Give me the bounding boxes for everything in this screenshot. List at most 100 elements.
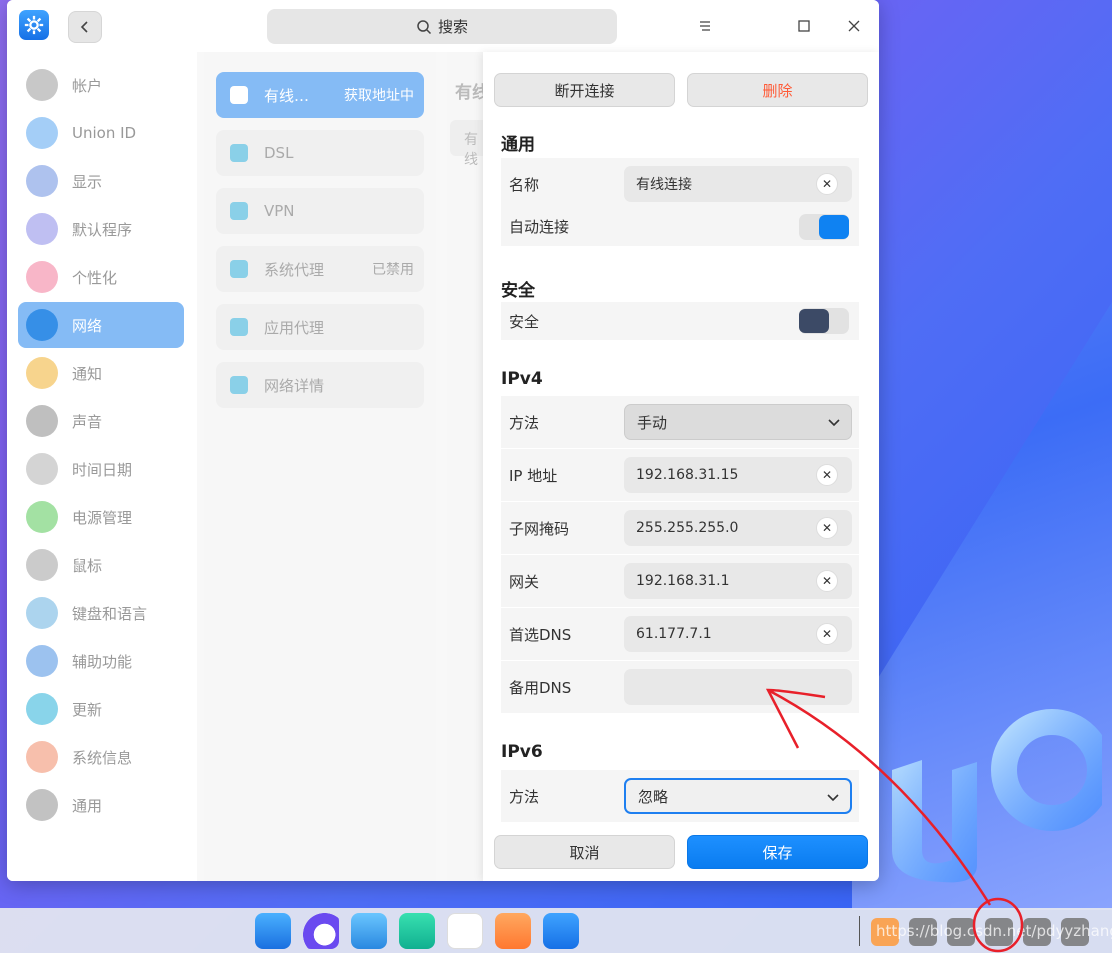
sidebar-item[interactable]: 通用 (18, 782, 184, 828)
sidebar-item-label: 显示 (72, 172, 103, 191)
maximize-icon (798, 20, 810, 32)
network-icon (26, 309, 58, 341)
ip-label: IP 地址 (509, 466, 558, 485)
control-center-window: 搜索 帐户 Union ID 显示默认程序个性化网络通知声音时间日期电源管理 鼠标 键盘… (7, 0, 879, 881)
image-viewer-icon[interactable] (351, 913, 387, 949)
vpn-icon (230, 202, 248, 220)
menu-button[interactable] (693, 14, 717, 38)
network-item-label: DSL (264, 144, 294, 162)
connection-detail-panel: 断开连接 删除 通用 名称 有线连接 ✕ 自动连接 安全 安全 IPv4 方法 (483, 52, 879, 881)
sidebar-item[interactable]: 电源管理 (18, 494, 184, 540)
network-item-label: 有线… (264, 86, 310, 105)
network-list-item[interactable]: 系统代理 已禁用 (216, 246, 424, 292)
dsl-icon (230, 144, 248, 162)
mask-row: 子网掩码 255.255.255.0 ✕ (501, 502, 859, 554)
app-proxy-icon (230, 318, 248, 336)
name-value: 有线连接 (636, 177, 692, 193)
maximize-button[interactable] (792, 14, 816, 38)
close-button[interactable] (842, 14, 866, 38)
network-item-label: 系统代理 (264, 260, 325, 279)
cloud-icon (26, 117, 58, 149)
sidebar-item-label: 声音 (72, 412, 103, 431)
sidebar-item[interactable]: 默认程序 (18, 206, 184, 252)
security-toggle[interactable] (799, 308, 849, 334)
sidebar-item-label: 个性化 (72, 268, 118, 287)
clear-name-button[interactable]: ✕ (816, 173, 838, 195)
calendar-icon[interactable] (447, 913, 483, 949)
browser-icon[interactable] (303, 913, 339, 949)
gateway-value: 192.168.31.1 (636, 573, 730, 589)
battery-icon (26, 501, 58, 533)
app-store-icon[interactable] (495, 913, 531, 949)
sidebar-item-label: 默认程序 (72, 220, 133, 239)
accessibility-icon (26, 645, 58, 677)
search-icon (417, 19, 432, 34)
settings-dock-icon[interactable] (543, 913, 579, 949)
sidebar-item-label: 时间日期 (72, 460, 133, 479)
dns1-field[interactable]: 61.177.7.1 ✕ (624, 616, 852, 652)
clear-ip-button[interactable]: ✕ (816, 464, 838, 486)
titlebar: 搜索 (7, 0, 879, 52)
name-label: 名称 (509, 175, 540, 194)
clear-gateway-button[interactable]: ✕ (816, 570, 838, 592)
uos-logo (892, 709, 1102, 883)
network-list-item[interactable]: 网络详情 (216, 362, 424, 408)
gateway-label: 网关 (509, 572, 540, 591)
sidebar-item[interactable]: 更新 (18, 686, 184, 732)
name-field[interactable]: 有线连接 ✕ (624, 166, 852, 202)
network-item-status: 已禁用 (372, 262, 414, 278)
network-item-status: 获取地址中 (344, 88, 414, 104)
music-icon[interactable] (399, 913, 435, 949)
ipv4-method-row: 方法 手动 (501, 396, 859, 448)
ipv4-method-select[interactable]: 手动 (624, 404, 852, 440)
update-icon (26, 693, 58, 725)
sidebar-item[interactable]: 辅助功能 (18, 638, 184, 684)
ipv6-method-value: 忽略 (638, 787, 669, 806)
cancel-button[interactable]: 取消 (494, 835, 675, 869)
sidebar-item-label: 帐户 (72, 76, 103, 95)
sidebar-item[interactable]: 网络 (18, 302, 184, 348)
dns1-row: 首选DNS 61.177.7.1 ✕ (501, 608, 859, 660)
wired-icon (230, 86, 248, 104)
network-list-item[interactable]: 有线… 获取地址中 (216, 72, 424, 118)
account-icon (26, 69, 58, 101)
sidebar-item[interactable]: 声音 (18, 398, 184, 444)
info-icon (230, 376, 248, 394)
watermark: https://blog.csdn.net/pdyyzhang (876, 922, 1112, 940)
method-label: 方法 (509, 413, 540, 432)
network-list-item[interactable]: 应用代理 (216, 304, 424, 350)
sidebar-item[interactable]: 显示 (18, 158, 184, 204)
ipv6-method-select[interactable]: 忽略 (624, 778, 852, 814)
default-apps-icon (26, 213, 58, 245)
auto-connect-toggle[interactable] (799, 214, 849, 240)
proxy-icon (230, 260, 248, 278)
disconnect-button[interactable]: 断开连接 (494, 73, 675, 107)
sidebar-item[interactable]: 帐户 (18, 62, 184, 108)
file-manager-icon[interactable] (255, 913, 291, 949)
general-icon (26, 789, 58, 821)
save-button[interactable]: 保存 (687, 835, 868, 869)
sidebar-item[interactable]: 鼠标 (18, 542, 184, 588)
network-list-item[interactable]: DSL (216, 130, 424, 176)
ip-row: IP 地址 192.168.31.15 ✕ (501, 449, 859, 501)
sidebar-item[interactable]: 系统信息 (18, 734, 184, 780)
back-button[interactable] (68, 11, 102, 43)
sidebar-item[interactable]: 通知 (18, 350, 184, 396)
gateway-field[interactable]: 192.168.31.1 ✕ (624, 563, 852, 599)
ipv6-method-label: 方法 (509, 787, 540, 806)
sidebar-item[interactable]: 键盘和语言 (18, 590, 184, 636)
mask-field[interactable]: 255.255.255.0 ✕ (624, 510, 852, 546)
ip-value: 192.168.31.15 (636, 467, 739, 483)
ip-field[interactable]: 192.168.31.15 ✕ (624, 457, 852, 493)
sidebar-item-label: 通知 (72, 364, 103, 383)
clear-mask-button[interactable]: ✕ (816, 517, 838, 539)
sidebar-item[interactable]: 个性化 (18, 254, 184, 300)
dns2-field[interactable] (624, 669, 852, 705)
sidebar-item-label: 通用 (72, 796, 103, 815)
clear-dns1-button[interactable]: ✕ (816, 623, 838, 645)
delete-button[interactable]: 删除 (687, 73, 868, 107)
search-input[interactable]: 搜索 (267, 9, 617, 44)
sidebar-item[interactable]: Union ID (18, 110, 184, 156)
network-list-item[interactable]: VPN (216, 188, 424, 234)
sidebar-item[interactable]: 时间日期 (18, 446, 184, 492)
